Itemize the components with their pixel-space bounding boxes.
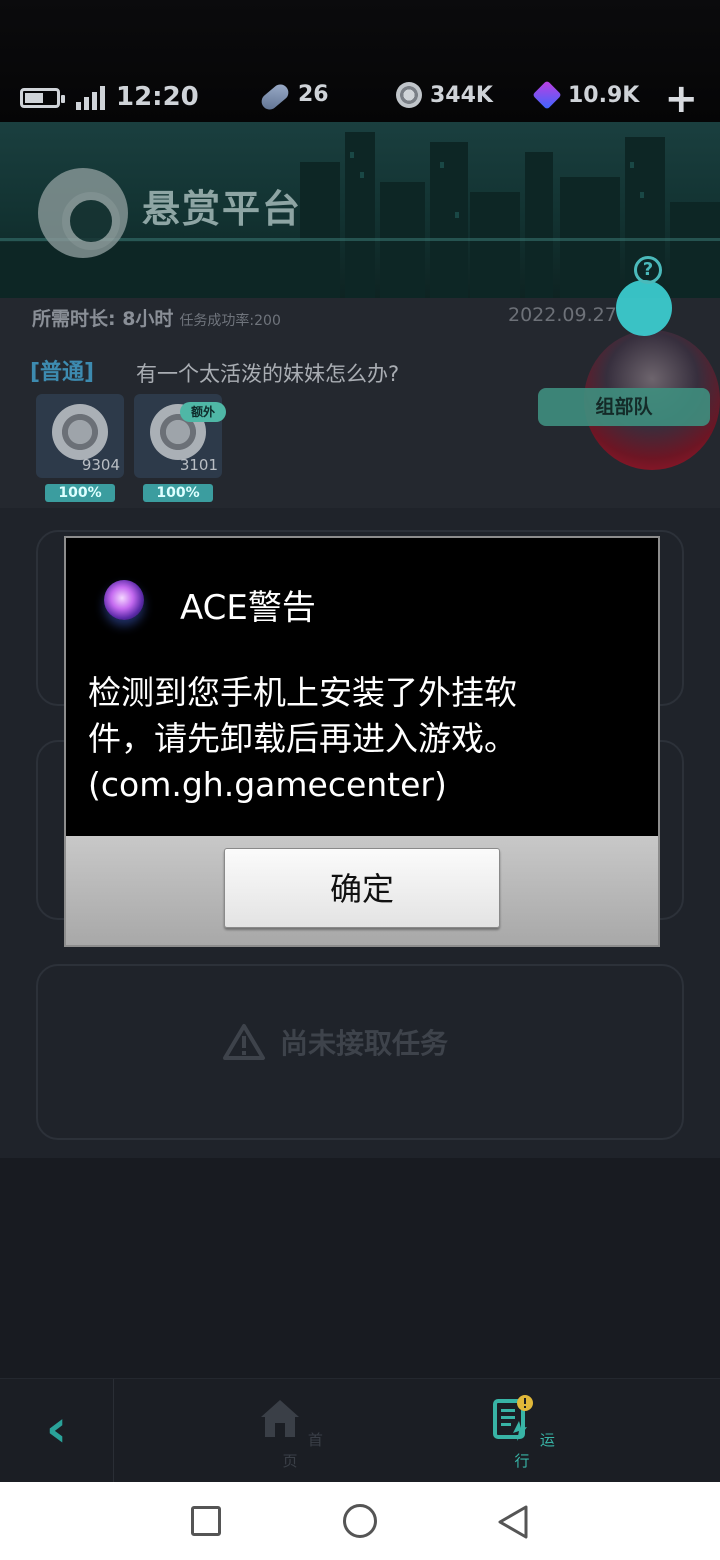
page-title: 悬赏平台 xyxy=(142,187,303,231)
dialog-title: ACE警告 xyxy=(180,588,316,628)
home-button[interactable] xyxy=(343,1504,377,1538)
header-banner: 悬赏平台 xyxy=(0,122,720,298)
clock: 12:20 xyxy=(116,82,199,112)
turtle-logo-icon xyxy=(38,168,128,258)
bandage-icon xyxy=(258,80,292,113)
task-duration: 所需时长: 8小时 任务成功率:200 xyxy=(32,308,281,330)
dialog-message: 检测到您手机上安装了外挂软 件，请先卸载后再进入游戏。 (com.gh.game… xyxy=(88,673,517,804)
back-triangle-button[interactable] xyxy=(496,1504,530,1540)
extra-badge: 额外 xyxy=(180,402,226,422)
task-list-icon xyxy=(493,1395,534,1441)
dialog-header: ACE警告 xyxy=(66,538,658,656)
signal-icon xyxy=(76,86,108,110)
ace-warning-dialog: ACE警告 检测到您手机上安装了外挂软 件，请先卸载后再进入游戏。 (com.g… xyxy=(64,536,660,947)
pacman-mascot-icon[interactable] xyxy=(616,280,672,336)
nav-item-run[interactable]: 运行 xyxy=(482,1395,562,1471)
warning-icon xyxy=(223,1024,265,1060)
team-button[interactable]: 组部队 xyxy=(538,388,710,426)
confirm-button[interactable]: 确定 xyxy=(224,848,500,928)
dialog-footer: 确定 xyxy=(66,836,658,945)
resource-cubes[interactable]: 10.9K xyxy=(532,80,639,110)
task-date: 2022.09.27 xyxy=(508,304,617,326)
status-bar: 12:20 26 344K 10.9K + xyxy=(0,72,720,122)
coin-icon xyxy=(396,82,422,108)
reward-percent: 100% xyxy=(45,484,115,502)
recent-apps-button[interactable] xyxy=(191,1506,221,1536)
add-button[interactable]: + xyxy=(664,76,698,122)
bottom-nav: ‹ 首页 运行 xyxy=(0,1378,720,1483)
cube-icon xyxy=(532,80,562,110)
coin-icon xyxy=(52,404,108,460)
empty-task-note: 尚未接取任务 xyxy=(222,1022,448,1062)
home-icon xyxy=(261,1400,300,1437)
resource-coins[interactable]: 344K xyxy=(396,82,493,108)
system-navigation-bar xyxy=(0,1482,720,1560)
ace-app-icon xyxy=(104,580,144,620)
background-filler xyxy=(0,1158,720,1378)
resource-bandage[interactable]: 26 xyxy=(258,80,329,113)
reward-item[interactable]: 9304 xyxy=(36,394,124,478)
help-icon[interactable]: ? xyxy=(634,256,662,284)
task-question: 有一个太活泼的妹妹怎么办? xyxy=(136,362,400,386)
battery-icon xyxy=(20,88,65,108)
task-category: [普通] xyxy=(30,360,95,385)
back-button[interactable]: ‹ xyxy=(0,1379,114,1483)
nav-item-home[interactable]: 首页 xyxy=(250,1395,330,1471)
reward-percent: 100% xyxy=(143,484,213,502)
